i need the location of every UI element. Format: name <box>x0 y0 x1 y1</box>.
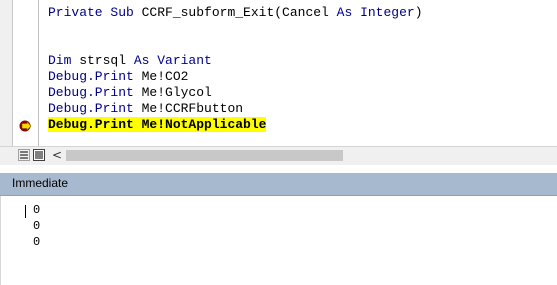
procedure-view-icon[interactable] <box>18 149 30 161</box>
immediate-window-body[interactable] <box>0 196 557 285</box>
code-line-sub-declaration[interactable]: Private Sub CCRF_subform_Exit(Cancel As … <box>48 5 423 21</box>
keyword-token: Debug.Print <box>48 117 134 132</box>
immediate-output-line: 0 <box>33 219 41 233</box>
code-line-blank[interactable] <box>48 37 423 53</box>
margin-indicator-bar[interactable] <box>0 0 13 146</box>
code-line-blank[interactable] <box>48 21 423 37</box>
code-scrollbar-row: < <box>0 146 557 165</box>
keyword-token: Private Sub <box>48 5 142 20</box>
immediate-output-line: 0 <box>33 203 41 217</box>
immediate-window-title: Immediate <box>12 176 69 190</box>
code-editor-pane[interactable]: Private Sub CCRF_subform_Exit(Cancel As … <box>0 0 557 146</box>
keyword-token: Debug.Print <box>48 85 134 100</box>
immediate-output-line: 0 <box>33 235 41 249</box>
pane-separator <box>0 165 557 173</box>
code-line-debug-print[interactable]: Debug.Print Me!CO2 <box>48 69 423 85</box>
keyword-token: As Integer <box>336 5 415 20</box>
code-line-dim[interactable]: Dim strsql As Variant <box>48 53 423 69</box>
code-token: Me!Glycol <box>133 85 212 100</box>
execution-arrow-icon <box>19 120 32 132</box>
full-module-view-icon[interactable] <box>33 149 45 161</box>
keyword-token: Debug.Print <box>48 101 134 116</box>
code-token: Me!CO2 <box>133 69 189 84</box>
code-token: strsql <box>71 53 134 68</box>
code-token: ) <box>414 5 423 20</box>
code-token: CCRF_subform_Exit(Cancel <box>141 5 337 20</box>
code-line-debug-print[interactable]: Debug.Print Me!CCRFbutton <box>48 101 423 117</box>
current-line-highlight: Debug.Print Me!NotApplicable <box>48 117 267 132</box>
text-caret <box>25 205 26 218</box>
keyword-token: As Variant <box>133 53 212 68</box>
gutter-divider <box>38 0 39 146</box>
immediate-output[interactable]: 0 0 0 <box>33 202 40 250</box>
code-token: Me!CCRFbutton <box>133 101 244 116</box>
keyword-token: Debug.Print <box>48 69 134 84</box>
horizontal-scrollbar-thumb[interactable] <box>66 150 343 161</box>
keyword-token: Dim <box>48 53 72 68</box>
immediate-window-titlebar[interactable]: Immediate <box>0 173 557 196</box>
code-line-current-execution[interactable]: Debug.Print Me!NotApplicable <box>48 117 423 133</box>
code-token: Me!NotApplicable <box>133 117 267 132</box>
scroll-left-arrow[interactable]: < <box>52 148 62 162</box>
code-line-debug-print[interactable]: Debug.Print Me!Glycol <box>48 85 423 101</box>
code-lines[interactable]: Private Sub CCRF_subform_Exit(Cancel As … <box>48 5 423 133</box>
